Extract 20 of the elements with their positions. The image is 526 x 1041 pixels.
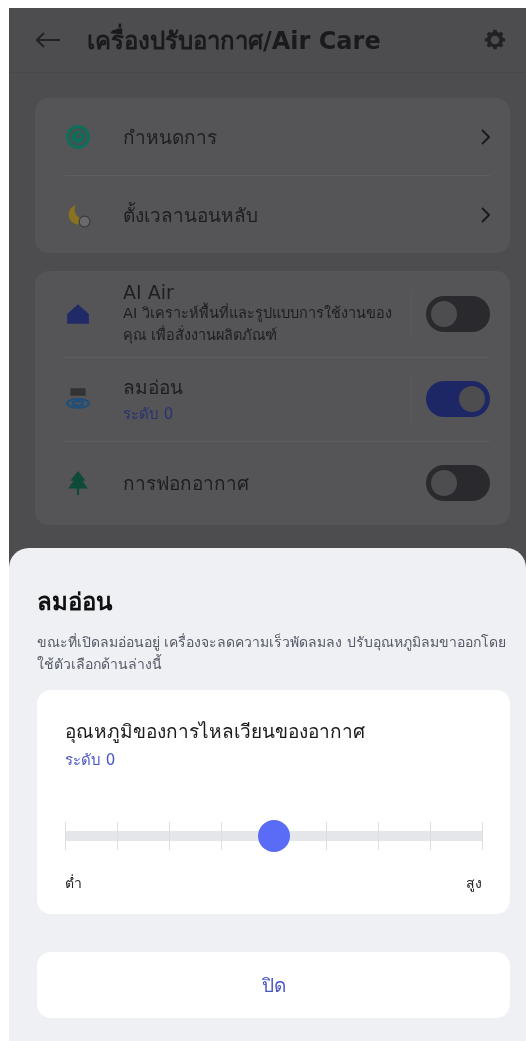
sheet-title: ลมอ่อน bbox=[37, 587, 114, 618]
slider-thumb[interactable] bbox=[257, 819, 290, 852]
clock-icon bbox=[65, 123, 91, 150]
toggle-switch[interactable] bbox=[426, 381, 490, 417]
toggle-switch[interactable] bbox=[426, 295, 490, 332]
close-button[interactable]: ปิด bbox=[37, 951, 510, 1018]
menu-item[interactable]: กำหนดการ bbox=[65, 98, 490, 175]
min-label: ต่ำ bbox=[65, 873, 82, 893]
fan-icon bbox=[65, 386, 91, 412]
slider-reading: ระดับ 0 bbox=[65, 749, 117, 771]
back-arrow-icon[interactable] bbox=[35, 32, 61, 48]
menu-item[interactable]: ตั้งเวลานอนหลับ bbox=[65, 175, 490, 253]
chevron-icon bbox=[480, 128, 490, 145]
max-label: สูง bbox=[466, 873, 482, 894]
feature-title: การฟอกอากาศ bbox=[123, 471, 250, 496]
feature-title: ลมอ่อน bbox=[123, 375, 184, 400]
sheet-description: ขณะที่เปิดลมอ่อนอยู่ เครื่องจะลดความเร็วพัดลมลง ปรับอุณหภูมิลมขาออกโดยใช้ตัวเลือกด้านล่างนี้ bbox=[37, 632, 507, 675]
chevron-icon bbox=[480, 206, 490, 223]
toggle-switch[interactable] bbox=[426, 465, 490, 501]
slider-label: อุณหภูมิของการไหลเวียนของอากาศ bbox=[65, 718, 366, 745]
